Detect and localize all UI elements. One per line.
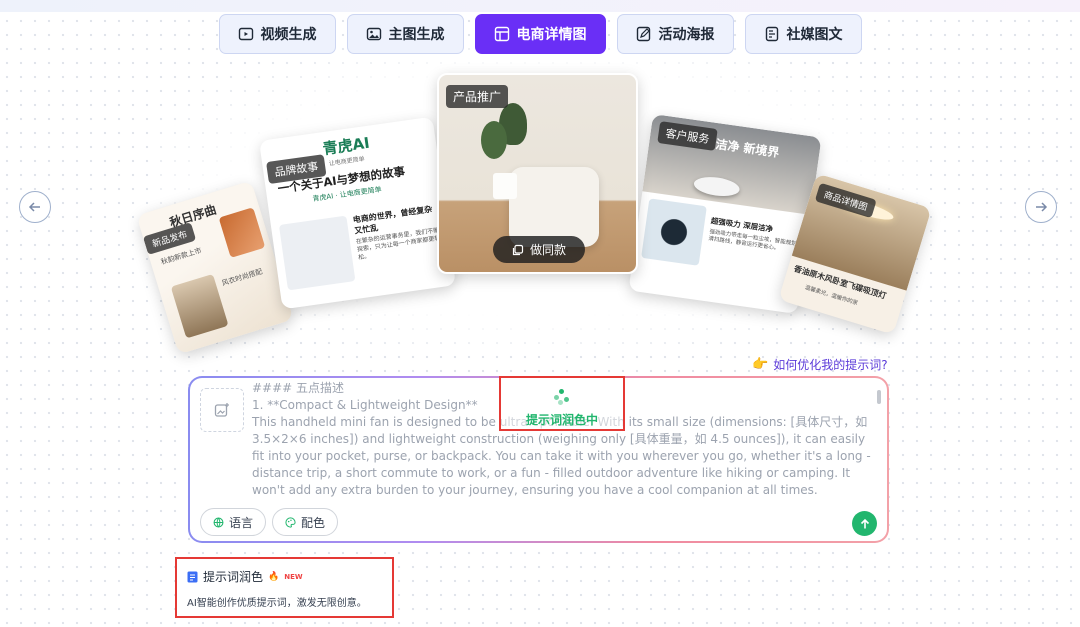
top-band (0, 0, 1080, 12)
document-icon (765, 26, 778, 42)
illustration-image (278, 215, 356, 291)
color-scheme-button[interactable]: 配色 (272, 508, 339, 536)
tab-event-poster[interactable]: 活动海报 (616, 14, 734, 54)
video-icon (238, 27, 253, 41)
tab-social-media[interactable]: 社媒图文 (744, 14, 862, 54)
arrow-right-icon (1036, 202, 1048, 212)
polishing-text: 提示词润色中 (525, 413, 598, 427)
edit-icon (636, 26, 650, 42)
tab-label: 电商详情图 (516, 27, 587, 43)
tab-bar: 视频生成 主图生成 电商详情图 活动海报 社媒图文 (0, 14, 1080, 54)
popup-description: AI智能创作优质提示词，激发无限创意。 (187, 598, 367, 609)
tab-label: 视频生成 (260, 27, 317, 43)
tab-ecommerce-detail[interactable]: 电商详情图 (474, 14, 606, 54)
carousel-next-button[interactable] (1025, 191, 1057, 223)
make-same-button[interactable]: 做同款 (493, 236, 585, 263)
prompt-polish-card[interactable]: 提示词润色 🔥 NEW AI智能创作优质提示词，激发无限创意。 (175, 557, 394, 618)
color-scheme-label: 配色 (301, 515, 326, 530)
arrow-up-icon (860, 518, 869, 528)
prompt-help-text: 如何优化我的提示词? (773, 358, 888, 372)
plant-image (479, 103, 529, 199)
scrollbar[interactable] (877, 390, 881, 404)
polishing-indicator: 提示词润色中 (499, 376, 625, 431)
popup-title-row: 提示词润色 🔥 NEW (187, 568, 382, 585)
new-badge: NEW (284, 572, 303, 581)
tab-label: 活动海报 (658, 27, 715, 43)
palette-icon (285, 516, 296, 528)
spinner-icon (554, 389, 570, 405)
fire-icon: 🔥 (268, 571, 280, 582)
copy-icon (512, 244, 524, 255)
tab-label: 社媒图文 (786, 27, 843, 43)
arrow-left-icon (28, 202, 40, 212)
language-label: 语言 (229, 515, 254, 530)
feature-text: 强劲吸力带走每一粒尘埃，智能规划清扫路线，静音运行更省心。 (707, 229, 797, 253)
globe-icon (213, 517, 224, 527)
document-icon (187, 571, 198, 582)
language-button[interactable]: 语言 (200, 508, 267, 536)
image-icon (366, 27, 381, 41)
tab-video-generation[interactable]: 视频生成 (218, 14, 336, 54)
vacuum-detail-image (641, 198, 707, 266)
send-button[interactable] (852, 511, 877, 536)
template-card-brand-story[interactable]: 青虎AI 让电商更简单 一个关于AI与梦想的故事 青虎AI · 让电商更简单 电… (259, 116, 456, 310)
carousel-prev-button[interactable] (19, 191, 51, 223)
pointing-hand-icon: 👉 (752, 357, 769, 372)
make-same-label: 做同款 (529, 243, 566, 257)
card-badge: 产品推广 (446, 85, 509, 108)
add-image-icon (214, 403, 229, 417)
template-card-product-promotion[interactable]: 产品推广 做同款 (437, 73, 638, 274)
tab-label: 主图生成 (388, 27, 445, 43)
image-upload-button[interactable] (200, 388, 244, 432)
prompt-help-link[interactable]: 👉 如何优化我的提示词? (752, 356, 888, 373)
popup-title: 提示词润色 (203, 570, 264, 584)
tab-main-image[interactable]: 主图生成 (346, 14, 464, 54)
layout-icon (494, 26, 509, 42)
